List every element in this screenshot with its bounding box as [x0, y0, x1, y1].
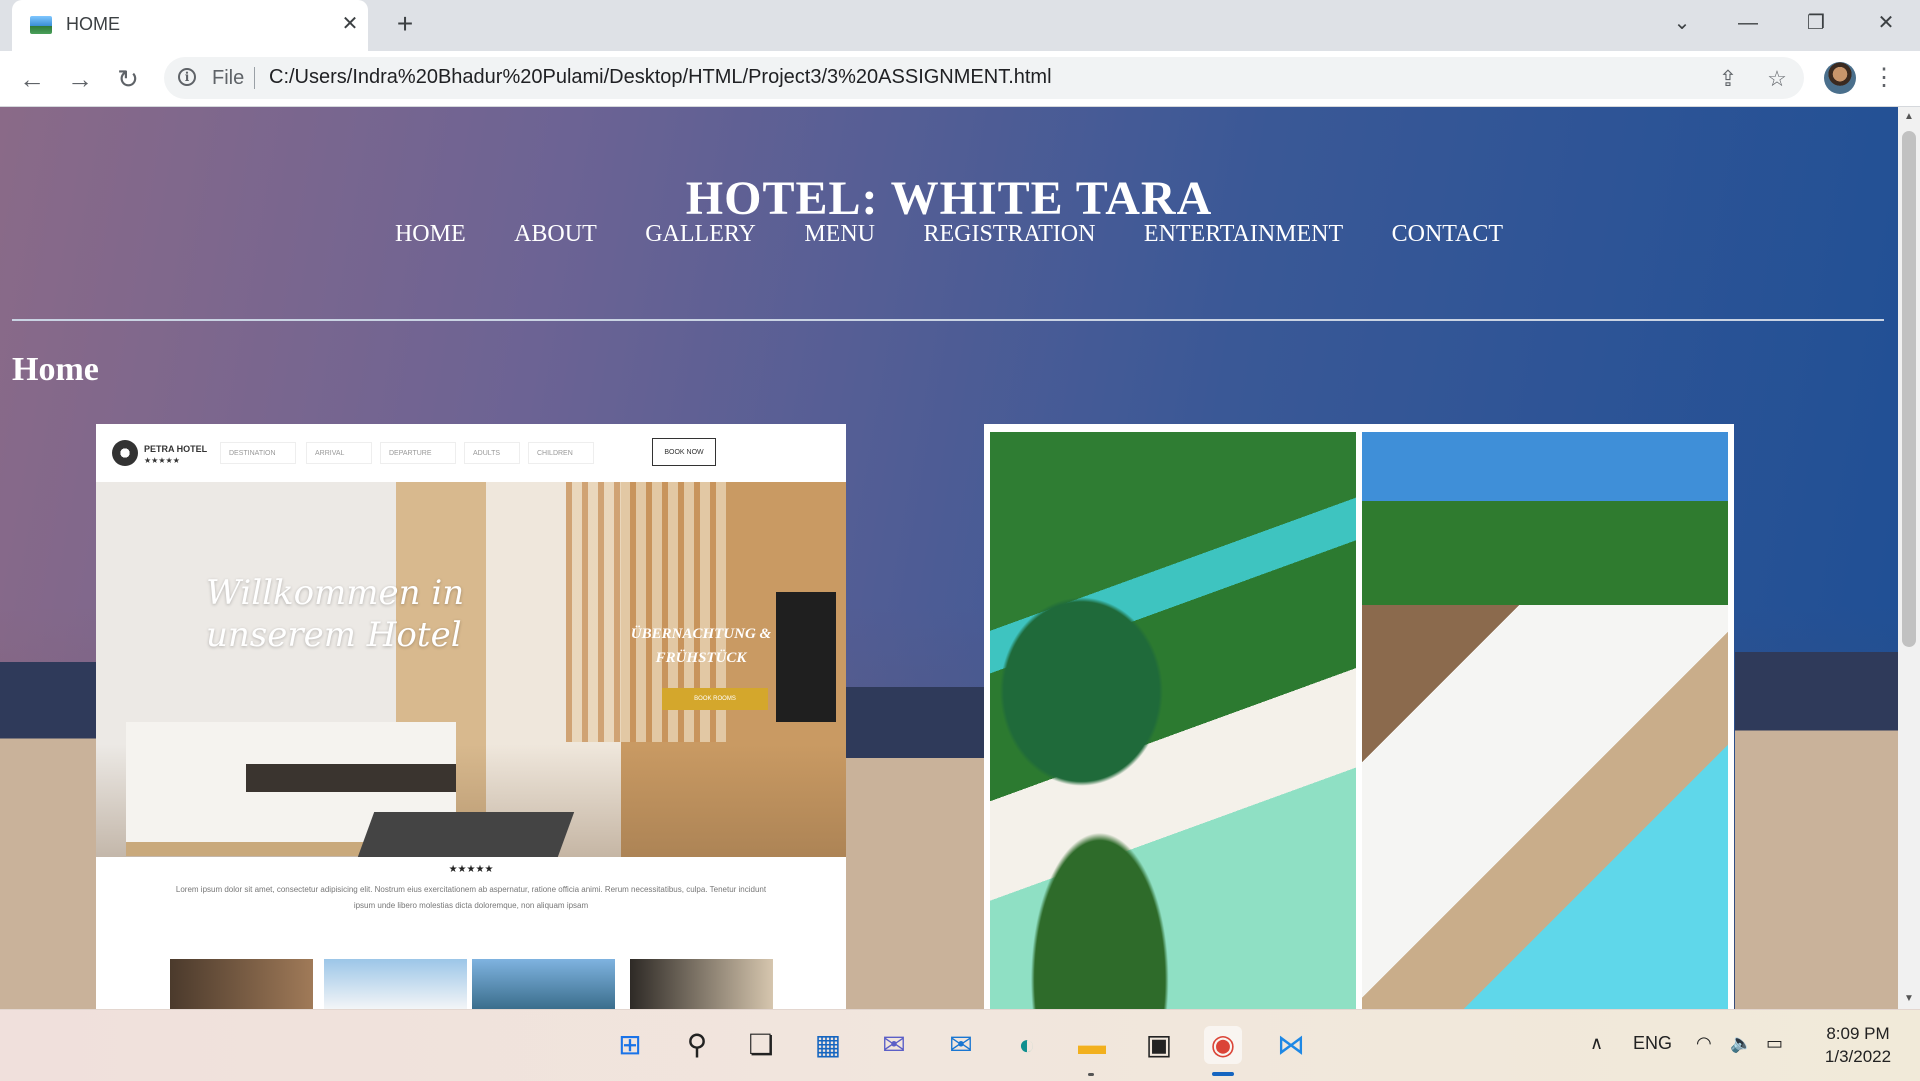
mockup-field: CHILDREN: [528, 442, 594, 464]
mockup-rating-stars: ★★★★★: [448, 864, 494, 875]
nav-link-gallery[interactable]: GALLERY: [645, 221, 756, 248]
background-building: [1735, 652, 1898, 1009]
tab-close-icon[interactable]: ✕: [338, 12, 362, 36]
mockup-subheadline: ÜBERNACHTUNG & FRÜHSTÜCK: [626, 622, 776, 670]
mockup-thumbnail: [472, 959, 615, 1009]
search-icon[interactable]: ⚲: [678, 1026, 716, 1064]
volume-icon[interactable]: 🔈: [1730, 1033, 1752, 1054]
scroll-down-arrow-icon[interactable]: ▼: [1898, 989, 1920, 1009]
info-icon[interactable]: i: [178, 68, 196, 86]
mockup-headline: Willkommen in unserem Hotel: [206, 572, 464, 656]
wifi-icon[interactable]: ◠: [1696, 1033, 1712, 1054]
tab-title: HOME: [66, 14, 120, 34]
mockup-headline-line: Willkommen in: [206, 573, 465, 613]
show-hidden-icons-chevron-icon[interactable]: ∧: [1590, 1033, 1603, 1054]
browser-tabbar: HOME ✕ + ⌄ — ❐ ✕: [0, 0, 1920, 51]
clock-time: 8:09 PM: [1826, 1024, 1890, 1043]
restore-button[interactable]: ❐: [1796, 8, 1836, 38]
blanket-graphic: [246, 764, 456, 792]
nav-link-about[interactable]: ABOUT: [514, 221, 597, 248]
browser-menu-icon[interactable]: ⋮: [1872, 63, 1896, 93]
close-window-button[interactable]: ✕: [1866, 8, 1906, 38]
tab-search-icon[interactable]: ⌄: [1662, 8, 1702, 38]
nav-link-registration[interactable]: REGISTRATION: [923, 221, 1095, 248]
widgets-icon[interactable]: ▦: [809, 1026, 847, 1064]
clock-date: 1/3/2022: [1824, 1047, 1892, 1066]
background-building: [846, 687, 986, 1009]
nav-link-menu[interactable]: MENU: [804, 221, 875, 248]
nav-link-home[interactable]: HOME: [395, 221, 466, 248]
forward-arrow-icon[interactable]: →: [64, 63, 96, 95]
new-tab-button[interactable]: +: [390, 10, 420, 40]
favicon-icon: [30, 16, 52, 34]
mockup-brand: PETRA HOTEL: [144, 444, 208, 454]
mockup-navbar: PETRA HOTEL ★★★★★ DESTINATION ARRIVAL DE…: [96, 424, 846, 483]
scroll-up-arrow-icon[interactable]: ▲: [1898, 107, 1920, 127]
windows-taskbar: ⊞ ⚲ ❏ ▦ ✉ ✉ ◐ ▬ ▣ ◉ ⋈ ∧ ENG ◠ 🔈 ▭ 8:09 P…: [0, 1009, 1920, 1081]
mockup-brand-stars: ★★★★★: [144, 456, 180, 465]
pool-villa-photo: [1362, 432, 1728, 1009]
active-app-indicator: [1212, 1072, 1234, 1076]
system-clock[interactable]: 8:09 PM 1/3/2022: [1808, 1022, 1908, 1068]
site-nav: HOME ABOUT GALLERY MENU REGISTRATION ENT…: [0, 221, 1898, 248]
nav-link-entertainment[interactable]: ENTERTAINMENT: [1144, 221, 1343, 248]
page-scrollbar[interactable]: ▲ ▼: [1898, 107, 1920, 1009]
horizontal-rule: [12, 319, 1884, 321]
section-heading: Home: [12, 351, 99, 388]
mockup-thumbnail: [324, 959, 467, 1009]
terminal-icon[interactable]: ▣: [1140, 1026, 1178, 1064]
language-indicator[interactable]: ENG: [1633, 1033, 1672, 1054]
url-text[interactable]: C:/Users/Indra%20Bhadur%20Pulami/Desktop…: [269, 66, 1052, 89]
mockup-subheadline-line: ÜBERNACHTUNG &: [630, 626, 772, 642]
mockup-cta-button: BOOK ROOMS: [662, 688, 768, 710]
mail-icon[interactable]: ✉: [942, 1026, 980, 1064]
mockup-subheadline-line: FRÜHSTÜCK: [655, 650, 747, 666]
rug-graphic: [357, 812, 575, 857]
url-scheme: File: [212, 67, 245, 89]
battery-icon[interactable]: ▭: [1766, 1033, 1783, 1054]
profile-avatar[interactable]: [1824, 62, 1856, 94]
mockup-hero-photo: Willkommen in unserem Hotel ÜBERNACHTUNG…: [96, 482, 846, 857]
file-explorer-icon[interactable]: ▬: [1073, 1026, 1111, 1064]
url-separator: [254, 67, 255, 89]
start-icon[interactable]: ⊞: [611, 1026, 649, 1064]
mockup-thumbnail: [170, 959, 313, 1009]
chat-icon[interactable]: ✉: [875, 1026, 913, 1064]
mockup-thumbnail: [630, 959, 773, 1009]
chrome-icon[interactable]: ◉: [1204, 1026, 1242, 1064]
tv-graphic: [776, 592, 836, 722]
nav-link-contact[interactable]: CONTACT: [1392, 221, 1503, 248]
mockup-field: ADULTS: [464, 442, 520, 464]
reload-icon[interactable]: ↻: [112, 63, 144, 95]
running-indicator: [1088, 1073, 1094, 1076]
minimize-button[interactable]: —: [1728, 8, 1768, 38]
site-title: HOTEL: WHITE TARA: [685, 172, 1213, 226]
background-building: [0, 662, 100, 1009]
back-arrow-icon[interactable]: ←: [16, 63, 48, 95]
hotel-mockup-image: PETRA HOTEL ★★★★★ DESTINATION ARRIVAL DE…: [96, 424, 846, 1009]
page-viewport: HOTEL: WHITE TARA HOME ABOUT GALLERY MEN…: [0, 107, 1898, 1009]
mockup-logo-icon: [112, 440, 138, 466]
edge-icon[interactable]: ◐: [1008, 1026, 1046, 1064]
beach-aerial-photo: [990, 432, 1356, 1009]
browser-tab[interactable]: HOME ✕: [12, 0, 368, 51]
mockup-field: DEPARTURE: [380, 442, 456, 464]
mockup-book-button: BOOK NOW: [652, 438, 716, 466]
mockup-body-text: Lorem ipsum dolor sit amet, consectetur …: [175, 885, 767, 910]
scroll-thumb[interactable]: [1902, 131, 1916, 647]
mockup-field: ARRIVAL: [306, 442, 372, 464]
mockup-headline-line: unserem Hotel: [206, 615, 462, 655]
task-view-icon[interactable]: ❏: [742, 1026, 780, 1064]
browser-toolbar: ← → ↻ i File C:/Users/Indra%20Bhadur%20P…: [0, 51, 1920, 107]
vscode-icon[interactable]: ⋈: [1272, 1026, 1310, 1064]
share-icon[interactable]: ⇪: [1715, 66, 1741, 92]
address-bar[interactable]: i File C:/Users/Indra%20Bhadur%20Pulami/…: [164, 57, 1804, 99]
mockup-field: DESTINATION: [220, 442, 296, 464]
bookmark-star-icon[interactable]: ☆: [1764, 66, 1790, 92]
resort-collage-image: [984, 424, 1734, 1009]
